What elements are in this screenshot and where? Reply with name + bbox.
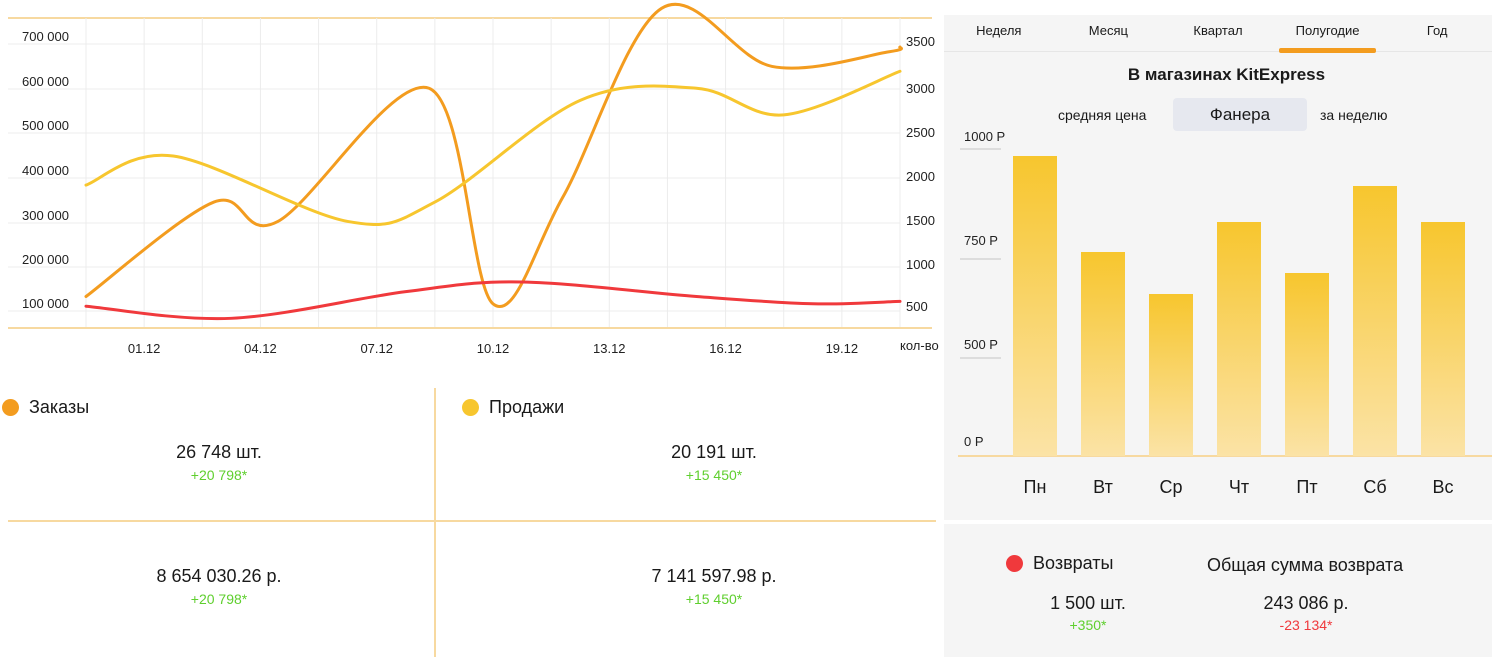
tab-month[interactable]: Месяц [1054, 15, 1164, 51]
y-left-tick-label: 100 000 [22, 296, 69, 311]
sales-label: Продажи [489, 397, 565, 417]
bar-x-label: Пт [1296, 477, 1317, 497]
y-right-tick-label: 500 [906, 299, 928, 314]
returns-sum-label: Общая сумма возврата [1207, 555, 1404, 575]
tab-half-year[interactable]: Полугодие [1273, 15, 1383, 53]
tab-year[interactable]: Год [1382, 15, 1492, 51]
sales-legend[interactable]: Продажи [462, 397, 564, 418]
y-right-axis-label: кол-во [900, 338, 939, 353]
orders-legend[interactable]: Заказы [2, 397, 89, 418]
sales-dot-icon [462, 399, 479, 416]
y-right-tick-label: 3500 [906, 34, 935, 49]
x-tick-label: 04.12 [244, 341, 277, 356]
tab-week[interactable]: Неделя [944, 15, 1054, 51]
bar-Вт [1081, 252, 1125, 456]
stats-horizontal-divider [8, 520, 936, 522]
sales-count-delta: +15 450* [685, 467, 743, 483]
returns-label: Возвраты [1033, 553, 1114, 573]
y-left-tick-label: 200 000 [22, 252, 69, 267]
returns-legend[interactable]: Возвраты [1006, 553, 1113, 574]
sales-count: 20 191 шт. [671, 442, 757, 462]
sales-sum-delta: +15 450* [685, 591, 743, 607]
bar-x-label: Вт [1093, 477, 1113, 497]
bar-x-label: Ср [1159, 477, 1182, 497]
bar-y-tick-label: 500 Р [964, 337, 998, 352]
y-right-tick-label: 3000 [906, 81, 935, 96]
y-left-tick-label: 700 000 [22, 29, 69, 44]
bar-x-label: Вс [1432, 477, 1453, 497]
y-left-tick-label: 600 000 [22, 74, 69, 89]
x-tick-label: 07.12 [360, 341, 393, 356]
y-right-tick-label: 1000 [906, 257, 935, 272]
period-label: за неделю [1320, 107, 1388, 123]
bar-Сб [1353, 186, 1397, 456]
orders-sales-line-chart: 700 000 600 000 500 000 400 000 300 000 200 0… [8, 2, 939, 356]
x-tick-label: 01.12 [128, 341, 161, 356]
product-select-value: Фанера [1209, 105, 1271, 124]
x-tick-label: 10.12 [477, 341, 510, 356]
bar-x-label: Пн [1024, 477, 1047, 497]
bar-Вс [1421, 222, 1465, 456]
y-right-tick-label: 2000 [906, 169, 935, 184]
avg-price-bar-chart: 1000 Р 750 Р 500 Р 0 Р Пн Вт Ср Чт Пт Сб Вс [958, 129, 1492, 497]
returns-panel: Возвраты Общая сумма возврата 1 500 шт. … [944, 524, 1492, 657]
orders-line [84, 2, 903, 308]
bar-Ср [1149, 294, 1193, 456]
bar-y-tick-label: 0 Р [964, 434, 984, 449]
y-right-tick-label: 2500 [906, 125, 935, 140]
bar-y-tick-label: 750 Р [964, 233, 998, 248]
bar-Пт [1285, 273, 1329, 456]
y-left-tick-label: 300 000 [22, 208, 69, 223]
bar-Пн [1013, 156, 1057, 456]
y-right-tick-label: 1500 [906, 213, 935, 228]
kitexpress-panel: Неделя Месяц Квартал Полугодие Год В маг… [944, 15, 1492, 520]
returns-sum-delta: -23 134* [1279, 617, 1333, 633]
sales-sum: 7 141 597.98 р. [651, 566, 777, 586]
x-tick-label: 16.12 [709, 341, 742, 356]
bar-x-label: Сб [1363, 477, 1386, 497]
returns-dot-icon [1006, 555, 1023, 572]
y-left-tick-label: 500 000 [22, 118, 69, 133]
bar-y-tick-label: 1000 Р [964, 129, 1005, 144]
stats-vertical-divider [434, 388, 436, 657]
bar-Чт [1217, 222, 1261, 456]
kitexpress-title: В магазинах KitExpress [1127, 65, 1326, 84]
tab-quarter[interactable]: Квартал [1163, 15, 1273, 51]
avg-price-label: средняя цена [1058, 107, 1147, 123]
orders-sum: 8 654 030.26 р. [156, 566, 282, 586]
x-tick-label: 19.12 [826, 341, 859, 356]
orders-dot-icon [2, 399, 19, 416]
returns-sum: 243 086 р. [1263, 593, 1349, 613]
period-tabs: Неделя Месяц Квартал Полугодие Год [944, 15, 1492, 53]
orders-count: 26 748 шт. [176, 442, 262, 462]
x-tick-label: 13.12 [593, 341, 626, 356]
orders-label: Заказы [29, 397, 90, 417]
y-left-tick-label: 400 000 [22, 163, 69, 178]
bar-x-label: Чт [1229, 477, 1249, 497]
orders-count-delta: +20 798* [190, 467, 248, 483]
orders-sum-delta: +20 798* [190, 591, 248, 607]
